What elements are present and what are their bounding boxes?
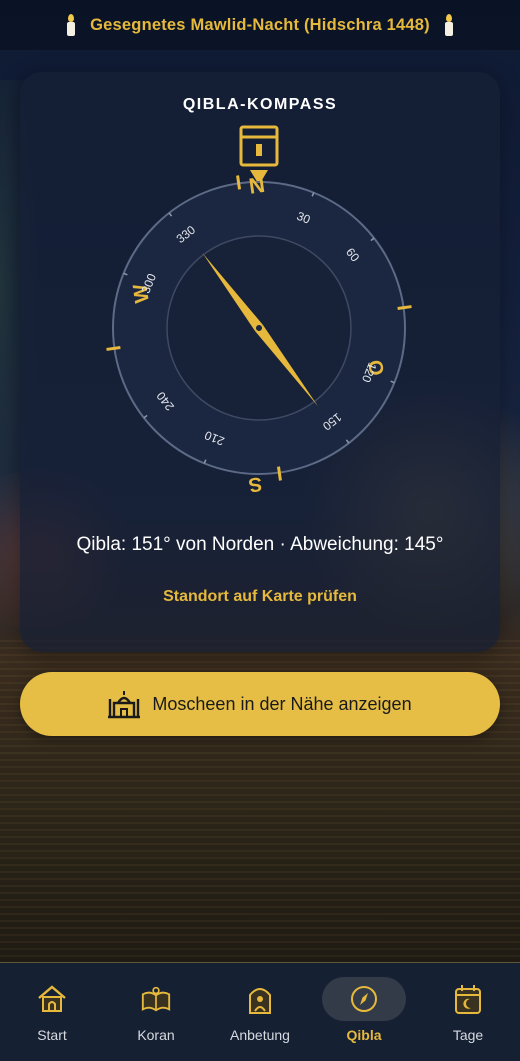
nav-label-anbetung: Anbetung	[230, 1027, 290, 1043]
check-location-map-link[interactable]: Standort auf Karte prüfen	[20, 588, 500, 606]
calendar-icon	[452, 983, 484, 1015]
nav-item-anbetung[interactable]: Anbetung	[208, 963, 312, 1061]
nav-item-koran[interactable]: Koran	[104, 963, 208, 1061]
nearby-mosques-button[interactable]: Moscheen in der Nähe anzeigen	[20, 672, 500, 736]
qibla-info-text: Qibla: 151° von Norden · Abweichung: 145…	[76, 534, 444, 555]
nav-label-start: Start	[37, 1027, 67, 1043]
mawlid-banner: Gesegnetes Mawlid-Nacht (Hidschra 1448)	[0, 0, 520, 50]
nav-item-start[interactable]: Start	[0, 963, 104, 1061]
qibla-card: QIBLA-KOMPASS N O S W 30 60 120 150 210 …	[20, 72, 500, 652]
cardinal-tick	[106, 345, 121, 351]
candle-icon	[64, 14, 78, 36]
banner-text: Gesegnetes Mawlid-Nacht (Hidschra 1448)	[90, 15, 430, 34]
nearby-mosques-label: Moscheen in der Nähe anzeigen	[152, 693, 412, 714]
compass-icon	[348, 983, 380, 1015]
prayer-icon	[244, 983, 276, 1015]
mosque-icon	[108, 691, 141, 719]
cardinal-south: S	[247, 472, 263, 496]
cardinal-tick	[236, 175, 242, 190]
nav-item-tage[interactable]: Tage	[416, 963, 520, 1061]
bottom-navigation: Start Koran Anbetung Qibla Tage	[0, 962, 520, 1061]
cardinal-tick	[397, 305, 412, 311]
compass-title: QIBLA-KOMPASS	[182, 96, 338, 113]
nav-item-qibla[interactable]: Qibla	[312, 963, 416, 1061]
home-icon	[36, 983, 68, 1015]
nav-label-koran: Koran	[137, 1027, 175, 1043]
quran-icon	[140, 983, 172, 1015]
candle-icon	[442, 14, 456, 36]
nav-label-tage: Tage	[452, 1027, 484, 1043]
qibla-compass: N O S W 30 60 120 150 210 240 300 330	[106, 125, 412, 496]
nav-label-qibla: Qibla	[346, 1027, 382, 1043]
cardinal-tick	[276, 466, 282, 481]
